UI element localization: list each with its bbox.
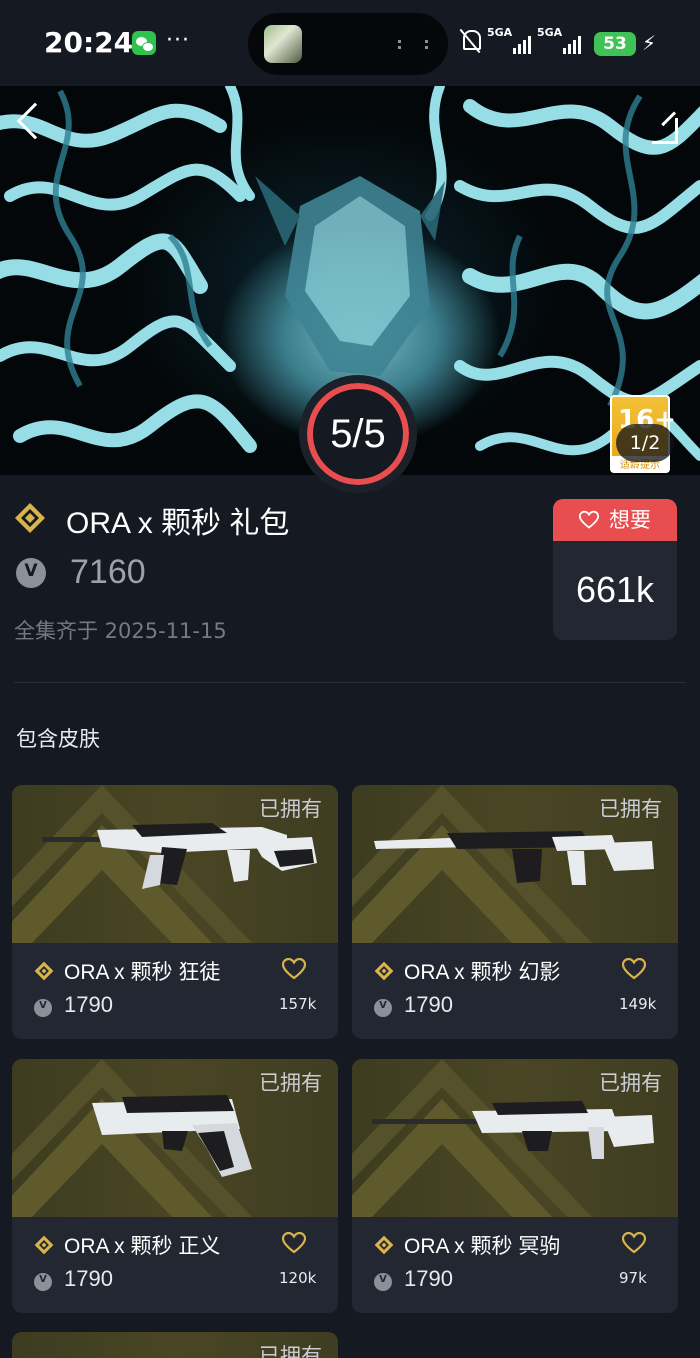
heart-icon[interactable] (282, 1232, 306, 1254)
skin-price: 1790 (64, 992, 113, 1017)
bundle-title: ORA x 颗秒 礼包 (66, 507, 290, 540)
bundle-price: 7160 (70, 553, 146, 591)
heart-icon[interactable] (282, 958, 306, 980)
battery-level: 53 (594, 32, 636, 56)
collection-progress-ring: 5/5 (299, 375, 417, 493)
owned-badge: 已拥有 (259, 1071, 322, 1095)
skin-name: ORA x 颗秒 狂徒 (64, 961, 221, 984)
wechat-icon (132, 31, 156, 55)
signal-2: 5GA (537, 26, 581, 54)
valorant-points-icon (34, 1273, 52, 1291)
skin-likes: 97k (619, 1269, 647, 1287)
media-thumbnail (264, 25, 302, 63)
section-title-included-skins: 包含皮肤 (16, 727, 100, 751)
owned-badge: 已拥有 (259, 1344, 322, 1358)
signal-bars-icon (563, 36, 581, 54)
signal-2-label: 5GA (537, 26, 563, 39)
premium-tier-icon (15, 503, 45, 533)
dynamic-island[interactable] (248, 13, 448, 75)
owned-badge: 已拥有 (259, 797, 322, 821)
signal-1: 5GA (487, 26, 531, 54)
valorant-points-icon (374, 999, 392, 1017)
skin-likes: 120k (279, 1269, 317, 1287)
divider (14, 682, 686, 683)
skin-artwork: 已拥有 (352, 785, 678, 943)
skin-artwork: 已拥有 (12, 1059, 338, 1217)
skin-artwork: 已拥有 (352, 1059, 678, 1217)
want-count: 661k (575, 569, 655, 610)
heart-icon (579, 510, 599, 529)
valorant-points-icon (374, 1273, 392, 1291)
valorant-points-icon (16, 558, 46, 588)
skin-artwork: 已拥有 (12, 1332, 338, 1358)
skin-likes: 157k (279, 995, 317, 1013)
skin-price: 1790 (404, 992, 453, 1017)
skin-card[interactable]: 已拥有 (12, 1332, 338, 1358)
skin-card[interactable]: 已拥有 ORA x 颗秒 狂徒 1790 157k (12, 785, 338, 1039)
signal-1-label: 5GA (487, 26, 513, 39)
image-pager: 1/2 (616, 424, 674, 462)
skin-card[interactable]: 已拥有 ORA x 颗秒 幻影 1790 149k (352, 785, 678, 1039)
heart-icon[interactable] (622, 1232, 646, 1254)
premium-tier-icon (34, 1235, 54, 1255)
skin-name: ORA x 颗秒 幻影 (404, 961, 561, 984)
premium-tier-icon (374, 961, 394, 981)
valorant-points-icon (34, 999, 52, 1017)
want-button[interactable]: 想要 661k (553, 499, 677, 640)
signal-bars-icon (513, 36, 531, 54)
more-notifications-icon: ··· (166, 28, 190, 53)
charging-icon: ⚡ (642, 31, 657, 55)
premium-tier-icon (34, 961, 54, 981)
owned-badge: 已拥有 (599, 1071, 662, 1095)
mute-bell-icon (460, 28, 482, 52)
collection-complete-date: 全集齐于 2025-11-15 (14, 619, 227, 643)
want-label: 想要 (609, 508, 651, 532)
want-header[interactable]: 想要 (553, 499, 677, 541)
share-button[interactable] (652, 118, 678, 144)
owned-badge: 已拥有 (599, 797, 662, 821)
skin-card[interactable]: 已拥有 ORA x 颗秒 冥驹 1790 97k (352, 1059, 678, 1313)
skin-likes: 149k (619, 995, 657, 1013)
skin-price: 1790 (404, 1266, 453, 1291)
skin-card[interactable]: 已拥有 ORA x 颗秒 正义 1790 120k (12, 1059, 338, 1313)
skin-artwork: 已拥有 (12, 785, 338, 943)
skin-name: ORA x 颗秒 正义 (64, 1235, 221, 1258)
status-time: 20:24 (44, 26, 134, 59)
collection-counter: 5/5 (330, 412, 386, 456)
status-bar: 20:24 ··· 5GA 5GA 53 ⚡ (0, 0, 700, 86)
skin-name: ORA x 颗秒 冥驹 (404, 1235, 561, 1258)
premium-tier-icon (374, 1235, 394, 1255)
audio-wave-icon (398, 40, 428, 49)
heart-icon[interactable] (622, 958, 646, 980)
skin-price: 1790 (64, 1266, 113, 1291)
